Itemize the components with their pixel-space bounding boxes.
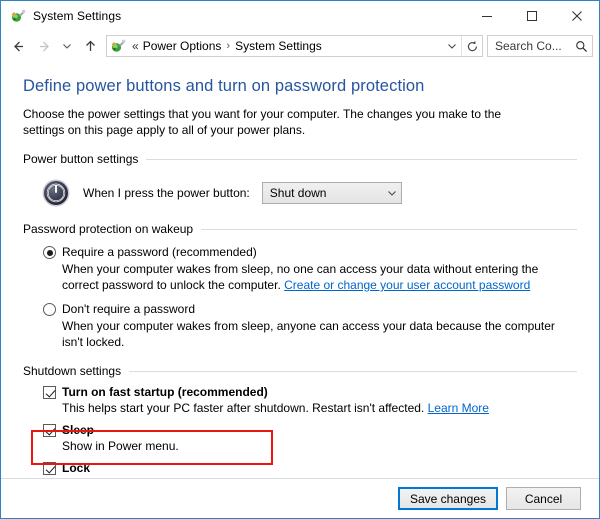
address-bar[interactable]: « Power Options › System Settings [106,35,483,57]
search-icon[interactable] [570,40,592,53]
radio-description: When your computer wakes from sleep, any… [43,318,562,350]
checkbox-item-fast-startup[interactable]: Turn on fast startup (recommended) This … [23,385,577,416]
checkbox-description: Show in Power menu. [43,438,577,454]
address-chevron-down-icon[interactable] [443,36,461,56]
create-change-password-link[interactable]: Create or change your user account passw… [284,278,530,292]
breadcrumb: « Power Options › System Settings [130,39,443,53]
breadcrumb-overflow[interactable]: « [130,39,143,53]
checkbox-fast-startup[interactable] [43,386,56,399]
checkbox-description-text: This helps start your PC faster after sh… [62,401,309,415]
control-panel-icon [10,8,26,24]
section-title-power-button: Power button settings [23,152,138,166]
checkbox-description-tail: Restart isn't affected. [312,401,424,415]
power-button-row: When I press the power button: Shut down [23,178,577,208]
radio-button-selected[interactable] [43,246,56,259]
section-header: Shutdown settings [23,364,577,378]
checkbox-label: Sleep [62,423,94,437]
recent-locations-chevron-down-icon[interactable] [57,34,77,58]
power-button-action-dropdown[interactable]: Shut down [262,182,402,204]
checkbox-row[interactable]: Turn on fast startup (recommended) [43,385,577,399]
navigation-bar: « Power Options › System Settings Search… [1,31,599,61]
checkbox-row[interactable]: Lock [43,461,577,475]
save-changes-button[interactable]: Save changes [398,487,498,510]
radio-option-dont-require-password[interactable]: Don't require a password When your compu… [23,302,577,350]
content-area: Define power buttons and turn on passwor… [1,61,599,478]
radio-label: Require a password (recommended) [62,245,257,259]
radio-button-unselected[interactable] [43,303,56,316]
section-title-password-protection: Password protection on wakeup [23,222,193,236]
checkbox-lock[interactable] [43,462,56,475]
radio-description: When your computer wakes from sleep, no … [43,261,562,293]
page-description: Choose the power settings that you want … [23,106,536,138]
radio-label: Don't require a password [62,302,195,316]
section-password-protection: Password protection on wakeup Require a … [23,222,577,350]
search-box[interactable]: Search Co... [487,35,593,57]
checkbox-description: This helps start your PC faster after sh… [43,400,577,416]
breadcrumb-item-system-settings[interactable]: System Settings [235,39,322,53]
window-title: System Settings [33,9,121,23]
checkbox-description: Show in account picture menu. [43,476,577,478]
dropdown-selected-value: Shut down [263,186,383,200]
checkbox-label: Lock [62,461,90,475]
section-power-button-settings: Power button settings [23,152,577,208]
window-controls [464,1,599,31]
address-control-panel-icon [110,38,126,54]
maximize-icon[interactable] [509,1,554,31]
forward-arrow-icon [31,34,57,58]
section-header: Power button settings [23,152,577,166]
power-button-label: When I press the power button: [83,186,250,200]
breadcrumb-item-power-options[interactable]: Power Options [143,39,222,53]
system-settings-window: System Settings [0,0,600,519]
checkbox-sleep[interactable] [43,424,56,437]
section-title-shutdown: Shutdown settings [23,364,121,378]
learn-more-link[interactable]: Learn More [428,401,489,415]
radio-option-row[interactable]: Don't require a password [43,302,577,316]
chevron-down-icon[interactable] [383,188,401,198]
cancel-button[interactable]: Cancel [506,487,581,510]
breadcrumb-separator[interactable]: › [221,40,235,52]
radio-option-require-password[interactable]: Require a password (recommended) When yo… [23,245,577,293]
checkbox-item-lock[interactable]: Lock Show in account picture menu. [23,461,577,478]
radio-option-row[interactable]: Require a password (recommended) [43,245,577,259]
section-divider [129,371,577,372]
back-arrow-icon[interactable] [5,34,31,58]
section-shutdown-settings: Shutdown settings Turn on fast startup (… [23,364,577,478]
section-divider [146,159,577,160]
refresh-icon[interactable] [461,36,482,56]
power-icon [41,178,71,208]
close-icon[interactable] [554,1,599,31]
checkbox-item-sleep[interactable]: Sleep Show in Power menu. [23,423,577,454]
up-arrow-icon[interactable] [77,34,103,58]
section-header: Password protection on wakeup [23,222,577,236]
title-bar: System Settings [1,1,599,31]
page-title: Define power buttons and turn on passwor… [23,77,577,96]
section-divider [201,229,577,230]
checkbox-label: Turn on fast startup (recommended) [62,385,268,399]
footer-button-bar: Save changes Cancel [1,478,599,518]
minimize-icon[interactable] [464,1,509,31]
checkbox-row[interactable]: Sleep [43,423,577,437]
search-input[interactable]: Search Co... [488,39,570,53]
